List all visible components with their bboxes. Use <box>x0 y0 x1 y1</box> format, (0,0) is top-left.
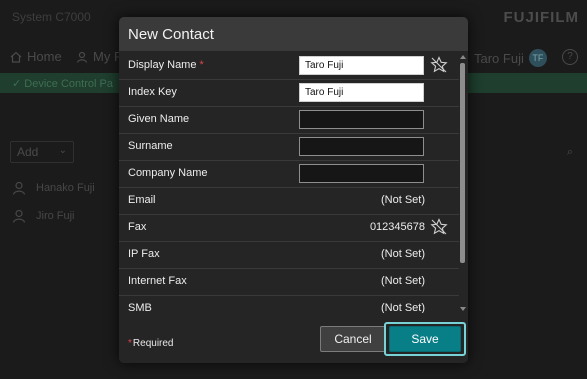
person-icon <box>12 209 26 223</box>
contact-row[interactable]: Hanako Fuji <box>12 181 95 195</box>
company-name-input[interactable] <box>299 164 424 183</box>
field-label: Display Name * <box>128 59 204 71</box>
required-label: Required <box>132 338 174 349</box>
field-value: 012345678 <box>369 221 425 233</box>
home-icon <box>10 51 22 63</box>
field-internet-fax[interactable]: Internet Fax (Not Set) <box>119 269 459 296</box>
surname-input[interactable] <box>299 137 424 156</box>
required-note: *Required <box>128 338 174 349</box>
contact-name: Jiro Fuji <box>36 210 75 222</box>
field-value: (Not Set) <box>380 248 425 260</box>
avatar: TF <box>528 49 547 67</box>
field-label: SMB <box>128 302 152 313</box>
brand-logo: FUJIFILM <box>503 9 579 26</box>
field-value: (Not Set) <box>380 194 425 206</box>
index-key-input[interactable] <box>299 83 424 102</box>
help-icon[interactable]: ? <box>562 49 578 65</box>
required-marker: * <box>199 59 204 71</box>
required-marker: * <box>128 338 132 349</box>
field-ip-fax[interactable]: IP Fax (Not Set) <box>119 242 459 269</box>
dialog-header: New Contact <box>119 17 468 51</box>
cancel-button[interactable]: Cancel <box>320 326 386 352</box>
given-name-input[interactable] <box>299 110 424 129</box>
field-email[interactable]: Email (Not Set) <box>119 188 459 215</box>
person-icon <box>12 181 26 195</box>
nav-user-label: Taro Fuji <box>474 50 524 66</box>
app-name: System C7000 <box>12 10 91 24</box>
field-index-key: Index Key <box>119 80 459 107</box>
person-icon <box>76 51 88 63</box>
favorite-star-icon[interactable] <box>430 218 448 236</box>
nav-home-label: Home <box>27 49 62 64</box>
field-label: Given Name <box>128 113 190 125</box>
field-label: Company Name <box>128 167 208 179</box>
favorite-star-icon[interactable] <box>430 56 448 74</box>
field-surname: Surname <box>119 134 459 161</box>
dialog-title: New Contact <box>128 26 214 43</box>
search-icon[interactable]: ⌕ <box>567 146 573 159</box>
chevron-down-icon: ⌄ <box>58 145 67 156</box>
display-name-input[interactable] <box>299 56 424 75</box>
field-label: Surname <box>128 140 173 152</box>
save-button[interactable]: Save <box>389 326 461 352</box>
field-given-name: Given Name <box>119 107 459 134</box>
form-scrollbar[interactable] <box>459 53 466 313</box>
field-label: Fax <box>128 221 147 233</box>
field-display-name: Display Name * <box>119 53 459 80</box>
nav-my[interactable]: My P <box>76 49 123 64</box>
add-label: Add <box>17 145 39 159</box>
banner-text: ✓ Device Control Pa <box>12 78 113 90</box>
scroll-down-icon[interactable] <box>460 307 466 311</box>
scroll-thumb[interactable] <box>460 63 465 263</box>
nav-user[interactable]: Taro Fuji TF <box>474 49 547 67</box>
contact-row[interactable]: Jiro Fuji <box>12 209 75 223</box>
field-value: (Not Set) <box>380 302 425 313</box>
add-dropdown[interactable]: Add ⌄ <box>10 141 74 163</box>
field-label: Email <box>128 194 156 206</box>
field-label: IP Fax <box>128 248 160 260</box>
dialog-footer: *Required Cancel Save <box>119 314 468 363</box>
scroll-up-icon[interactable] <box>460 55 466 59</box>
new-contact-dialog: New Contact Display Name* Index Key Give… <box>119 17 468 363</box>
field-fax[interactable]: Fax 012345678 <box>119 215 459 242</box>
field-label: Internet Fax <box>128 275 187 287</box>
nav-home[interactable]: Home <box>10 49 62 64</box>
field-company-name: Company Name <box>119 161 459 188</box>
field-value: (Not Set) <box>380 275 425 287</box>
contact-form: Display Name* Index Key Given Name Surna… <box>119 53 459 313</box>
field-label: Index Key <box>128 86 177 98</box>
field-smb[interactable]: SMB (Not Set) <box>119 296 459 313</box>
contact-name: Hanako Fuji <box>36 182 95 194</box>
